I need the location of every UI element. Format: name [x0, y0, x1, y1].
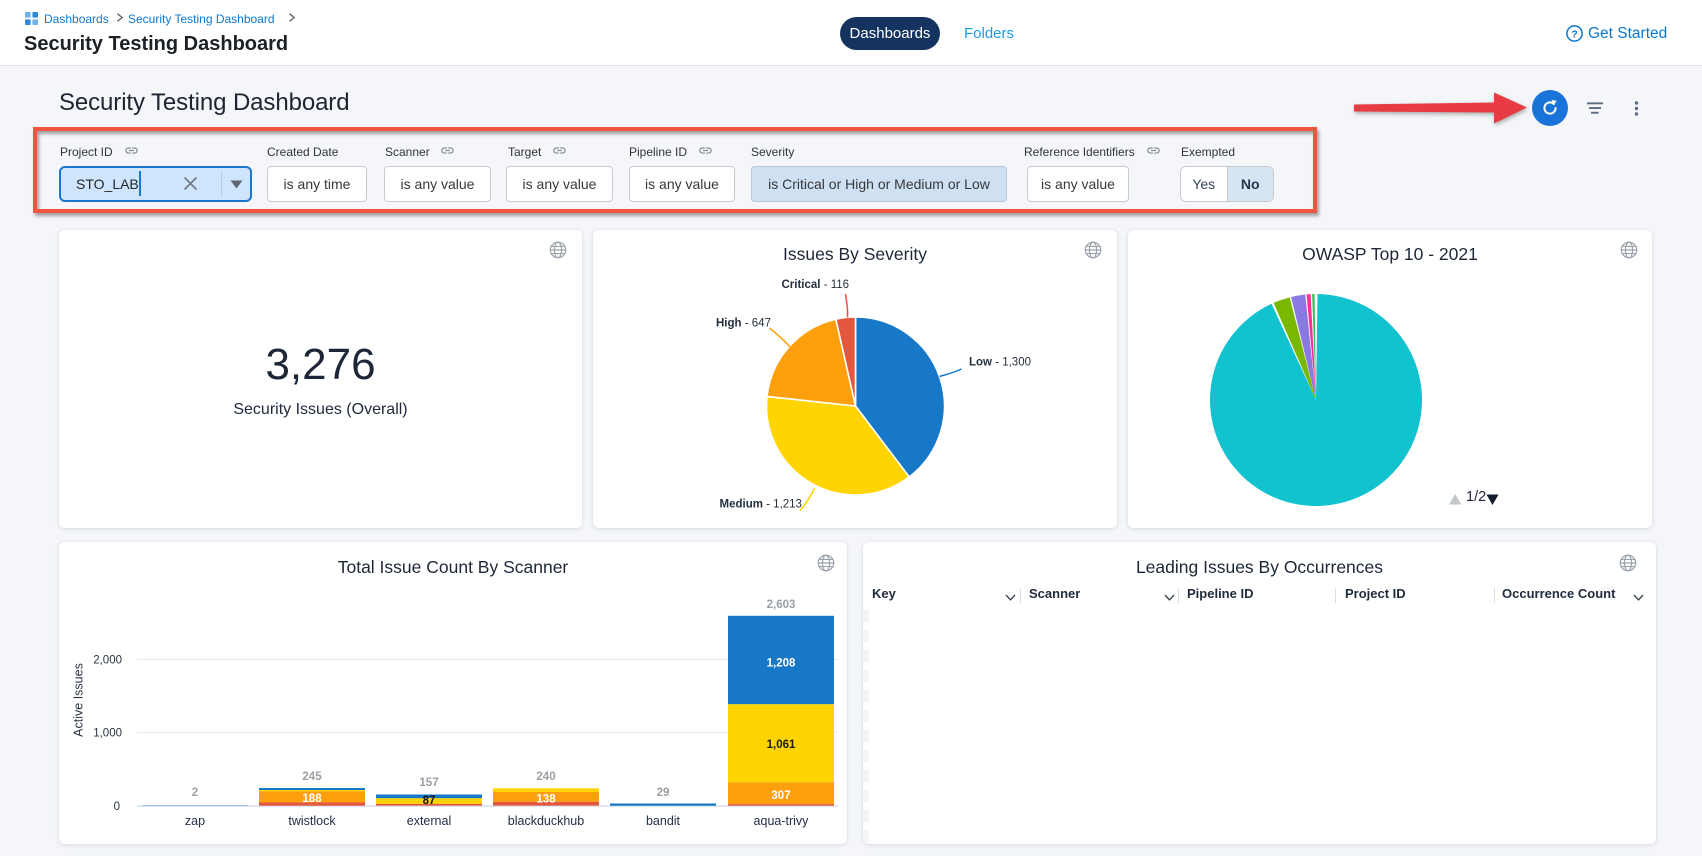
svg-text:2,000: 2,000 — [93, 655, 122, 667]
svg-text:Low - 1,300: Low - 1,300 — [969, 357, 1031, 369]
svg-text:0: 0 — [114, 801, 120, 813]
svg-text:bandit: bandit — [646, 814, 681, 828]
svg-text:zap: zap — [185, 814, 205, 828]
svg-text:29: 29 — [657, 787, 670, 799]
svg-text:1,208: 1,208 — [767, 658, 796, 670]
svg-text:307: 307 — [771, 790, 790, 802]
svg-text:Active Issues: Active Issues — [72, 663, 86, 737]
svg-text:240: 240 — [536, 771, 555, 783]
svg-text:twistlock: twistlock — [288, 814, 336, 828]
svg-text:1,000: 1,000 — [93, 728, 122, 740]
svg-text:Critical - 116: Critical - 116 — [782, 279, 850, 291]
svg-text:138: 138 — [536, 794, 556, 806]
svg-text:245: 245 — [302, 771, 322, 783]
svg-text:188: 188 — [302, 793, 322, 805]
svg-text:blackduckhub: blackduckhub — [508, 814, 584, 828]
svg-text:87: 87 — [423, 795, 436, 807]
svg-text:1/2: 1/2 — [1466, 489, 1486, 505]
svg-text:2: 2 — [192, 787, 198, 799]
svg-text:1,061: 1,061 — [767, 739, 796, 751]
svg-text:aqua-trivy: aqua-trivy — [754, 814, 810, 828]
svg-text:?: ? — [1571, 28, 1577, 40]
svg-text:2,603: 2,603 — [767, 599, 796, 611]
svg-text:external: external — [407, 814, 451, 828]
svg-text:Medium - 1,213: Medium - 1,213 — [720, 499, 802, 511]
svg-text:157: 157 — [419, 777, 438, 789]
svg-text:High - 647: High - 647 — [716, 318, 771, 330]
